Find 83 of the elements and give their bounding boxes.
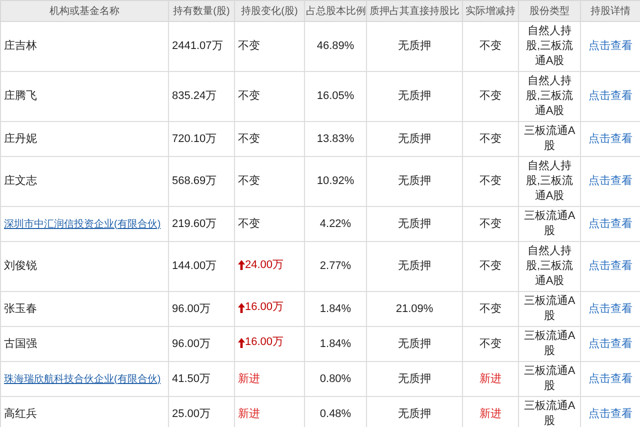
actual-change: 不变: [480, 302, 502, 314]
view-details-link[interactable]: 点击查看: [588, 260, 632, 272]
view-details-link[interactable]: 点击查看: [588, 90, 632, 102]
holding-amount: 720.10万: [172, 132, 217, 144]
holding-amount: 25.00万: [172, 408, 211, 420]
holder-name: 张玉春: [4, 302, 37, 314]
share-ratio: 46.89%: [316, 40, 354, 52]
change-value: 16.00万: [238, 300, 284, 316]
holding-amount: 835.24万: [172, 90, 217, 102]
share-type: 三板流通A股: [524, 330, 576, 357]
share-type: 三板流通A股: [524, 400, 576, 427]
holder-name: 古国强: [4, 338, 37, 350]
holding-amount: 96.00万: [172, 338, 211, 350]
change-value: 新进: [238, 406, 260, 422]
up-arrow-icon: [238, 338, 245, 348]
share-type: 三板流通A股: [524, 365, 576, 392]
change-value: 不变: [238, 132, 260, 146]
pledge-ratio: 无质押: [398, 175, 431, 187]
pledge-ratio: 无质押: [398, 132, 431, 144]
actual-change: 不变: [480, 90, 502, 102]
actual-change: 不变: [480, 260, 502, 272]
column-header: 质押占其直接持股比: [366, 0, 462, 22]
pledge-ratio: 无质押: [398, 408, 431, 420]
actual-change: 不变: [480, 175, 502, 187]
share-ratio: 0.80%: [320, 372, 352, 384]
share-type: 自然人持股,三板流通A股: [526, 25, 574, 67]
change-value: 新进: [238, 372, 260, 386]
column-header: 持有数量(股): [168, 0, 234, 22]
pledge-ratio: 无质押: [398, 372, 431, 384]
holder-name: 庄丹妮: [4, 132, 37, 144]
share-ratio: 1.84%: [320, 302, 352, 314]
holding-amount: 41.50万: [172, 372, 211, 384]
holder-name: 庄腾飞: [4, 90, 37, 102]
column-header: 占总股本比例: [304, 0, 366, 22]
holding-amount: 96.00万: [172, 302, 211, 314]
share-type: 三板流通A股: [524, 125, 576, 152]
holding-amount: 144.00万: [172, 260, 217, 272]
change-value: 24.00万: [238, 258, 284, 273]
share-ratio: 13.83%: [316, 132, 354, 144]
share-ratio: 2.77%: [320, 260, 352, 272]
actual-change: 新进: [480, 372, 502, 384]
change-value: 不变: [238, 39, 260, 54]
actual-change: 不变: [480, 132, 502, 144]
holder-name: 庄吉林: [4, 40, 37, 52]
holder-name: 庄文志: [4, 175, 37, 187]
actual-change: 新进: [480, 408, 502, 420]
change-value: 不变: [238, 89, 260, 104]
pledge-ratio: 无质押: [398, 218, 431, 230]
share-type: 自然人持股,三板流通A股: [526, 160, 574, 202]
share-type: 三板流通A股: [524, 295, 576, 322]
change-value: 16.00万: [238, 335, 284, 350]
up-arrow-icon: [238, 260, 245, 270]
pledge-ratio: 无质押: [398, 90, 431, 102]
share-type: 三板流通A股: [524, 210, 576, 237]
share-type: 自然人持股,三板流通A股: [526, 245, 574, 287]
column-header: 股份类型: [518, 0, 580, 22]
actual-change: 不变: [480, 40, 502, 52]
pledge-ratio: 21.09%: [396, 302, 434, 314]
holder-name: 高红兵: [4, 408, 37, 420]
view-details-link[interactable]: 点击查看: [588, 40, 632, 52]
holder-name: 刘俊锐: [4, 260, 37, 272]
column-header: 实际增减持: [462, 0, 518, 22]
column-header: 机构或基金名称: [0, 0, 168, 22]
holding-amount: 568.69万: [172, 175, 217, 187]
share-ratio: 10.92%: [316, 175, 354, 187]
column-header: 持股变化(股): [234, 0, 304, 22]
actual-change: 不变: [480, 218, 502, 230]
change-value: 不变: [238, 174, 260, 189]
up-arrow-icon: [238, 302, 245, 313]
share-ratio: 4.22%: [320, 218, 352, 230]
share-ratio: 16.05%: [316, 90, 354, 102]
holding-amount: 2441.07万: [172, 40, 223, 52]
view-details-link[interactable]: 点击查看: [588, 175, 632, 187]
actual-change: 不变: [480, 338, 502, 350]
share-ratio: 0.48%: [320, 408, 352, 420]
share-ratio: 1.84%: [320, 338, 352, 350]
column-header: 持股详情: [580, 0, 640, 22]
holding-amount: 219.60万: [172, 218, 217, 230]
pledge-ratio: 无质押: [398, 338, 431, 350]
change-value: 不变: [238, 216, 260, 232]
pledge-ratio: 无质押: [398, 260, 431, 272]
share-type: 自然人持股,三板流通A股: [526, 75, 574, 117]
pledge-ratio: 无质押: [398, 40, 431, 52]
